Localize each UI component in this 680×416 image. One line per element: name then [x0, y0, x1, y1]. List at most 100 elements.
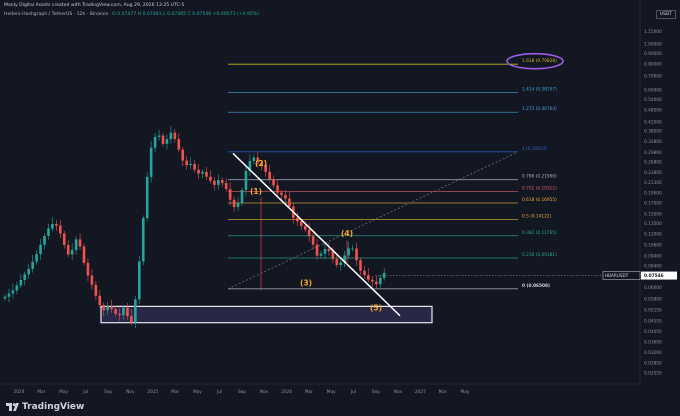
candle-body — [31, 261, 34, 269]
candle-body — [118, 313, 121, 316]
time-tick-label: Jul — [82, 389, 88, 395]
candle-body — [177, 138, 181, 150]
candle-body — [315, 244, 319, 256]
candle-body — [284, 194, 287, 199]
candle-body — [335, 259, 339, 266]
candle-body — [169, 132, 173, 140]
trend-projection-line — [227, 151, 519, 290]
time-tick-label: Nov — [260, 389, 269, 395]
candle-body — [141, 218, 145, 262]
price-tick-label: 0.38000 — [644, 128, 662, 134]
candle-body — [244, 171, 248, 190]
chart-window: Manly Digital Assets created with Tradin… — [0, 0, 680, 416]
price-tick-label: 0.12000 — [644, 232, 662, 238]
candle-body — [153, 136, 157, 148]
fib-level-label: 0.236 (0.09181) — [522, 252, 557, 258]
price-tick-label: 0.80000 — [644, 62, 662, 68]
time-tick-label: Nov — [126, 389, 135, 395]
price-tick-label: 0.17000 — [644, 200, 662, 206]
time-tick-label: Mar — [171, 389, 179, 395]
candle-body — [296, 217, 299, 222]
price-tick-label: 0.70000 — [644, 74, 662, 80]
candle-body — [62, 233, 66, 245]
candle-body — [114, 309, 117, 314]
price-tick-label: 0.13500 — [644, 221, 662, 227]
candle-body — [319, 253, 323, 256]
candle-body — [220, 180, 224, 184]
price-tick-label: 0.03200 — [644, 350, 662, 356]
candle-body — [339, 262, 343, 266]
price-tick-label: 0.42000 — [644, 119, 662, 125]
fib-level-label: 0.382 (0.11765) — [522, 230, 557, 236]
candle-body — [15, 285, 19, 291]
time-tick-label: May — [193, 389, 202, 395]
candle-body — [43, 235, 46, 245]
candle-body — [201, 171, 204, 174]
candle-body — [161, 135, 165, 144]
elliott-wave-label: (4) — [341, 229, 353, 238]
support-zone — [100, 305, 433, 324]
time-tick-label: Mar — [37, 389, 45, 395]
candle-body — [299, 221, 303, 227]
candle-body — [375, 281, 378, 285]
candle-body — [189, 163, 192, 166]
candle-body — [126, 307, 129, 317]
candle-body — [47, 228, 50, 236]
price-tick-label: 0.90000 — [644, 51, 662, 57]
candle-body — [224, 183, 228, 190]
time-tick-label: May — [327, 389, 336, 395]
candle-body — [327, 249, 331, 252]
candle-body — [311, 236, 315, 245]
candle-body — [323, 249, 327, 254]
price-tick-label: 0.04550 — [644, 318, 662, 324]
fib-level-label: 1.272 (0.46704) — [522, 106, 557, 112]
candle-body — [102, 305, 106, 311]
fib-level-label: 1.618 (0.79828) — [522, 58, 557, 64]
candle-body — [268, 171, 271, 180]
candle-body — [307, 229, 311, 237]
candle-body — [138, 261, 141, 300]
candle-body — [74, 239, 78, 250]
candle-body — [165, 139, 169, 144]
descending-trendline — [232, 152, 401, 317]
candle-body — [39, 244, 42, 255]
candle-body — [232, 199, 236, 208]
candle-body — [86, 262, 90, 276]
price-tick-label: 0.05800 — [644, 297, 662, 303]
price-tick-label: 0.15000 — [644, 212, 662, 218]
candle-body — [367, 275, 370, 280]
candle-body — [78, 239, 82, 247]
elliott-wave-label: (5) — [370, 304, 382, 313]
time-tick-label: Mar — [305, 389, 313, 395]
time-tick-label: Mar — [439, 389, 447, 395]
candle-body — [94, 284, 98, 296]
candle-body — [145, 176, 149, 219]
candle-body — [157, 135, 161, 137]
time-tick-label: Jul — [216, 389, 222, 395]
fib-level-label: 0.702 (0.19312) — [522, 185, 557, 191]
candle-body — [213, 180, 216, 185]
candle-body — [82, 246, 86, 263]
candle-body — [35, 254, 38, 262]
price-tick-label: 0.04050 — [644, 329, 662, 335]
time-tick-label: Jul — [350, 389, 356, 395]
candle-body — [19, 280, 23, 286]
price-tick-label: 0.54000 — [644, 97, 662, 103]
time-tick-label: Sep — [104, 389, 112, 395]
time-tick-label: 2025 — [147, 389, 158, 395]
candle-body — [276, 185, 279, 193]
candle-body — [236, 203, 240, 208]
price-chart[interactable]: 1.15000 1.00000 0.90000 0.80000 0.70000 0.600… — [0, 0, 680, 416]
price-tick-label: 0.08400 — [644, 264, 662, 270]
fib-level-label: 0 (0.06508) — [522, 283, 550, 289]
candle-body — [280, 192, 283, 195]
candle-body — [173, 132, 177, 139]
time-tick-label: 2026 — [281, 389, 292, 395]
candle-body — [197, 169, 200, 174]
time-tick-label: Sep — [372, 389, 380, 395]
brand-name: TradingView — [22, 402, 85, 412]
price-tick-label: 0.33800 — [644, 139, 662, 145]
candle-body — [51, 223, 54, 229]
candle-body — [130, 316, 133, 323]
candle-body — [351, 248, 354, 250]
